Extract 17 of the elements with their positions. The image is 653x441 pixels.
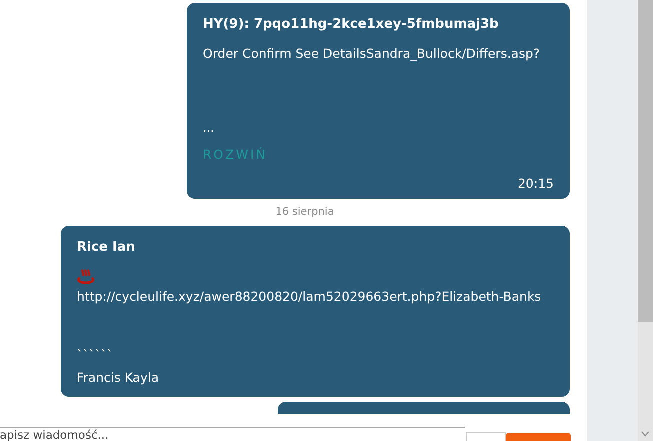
message-time: 20:15 (518, 176, 554, 191)
date-separator: 16 sierpnia (276, 206, 334, 218)
scrollbar[interactable] (638, 0, 653, 441)
message-text: Order Confirm See DetailsSandra_Bullock/Differs.asp? (203, 46, 540, 61)
message-text: ... (203, 121, 214, 135)
message-text: Francis Kayla (77, 370, 160, 385)
message-input[interactable]: apisz wiadomość... (0, 427, 465, 441)
scrollbar-thumb[interactable] (638, 0, 653, 322)
send-button[interactable] (506, 433, 571, 441)
hot-springs-icon (77, 269, 95, 285)
attach-button[interactable] (466, 432, 506, 441)
expand-link[interactable]: ROZWIŃ (203, 147, 268, 162)
message-text: http://cycleulife.xyz/awer88200820/lam52029663ert.php?Elizabeth-Banks (77, 289, 542, 304)
chevron-down-icon[interactable] (641, 431, 650, 437)
message-text: `````` (77, 348, 113, 362)
sender-name: HY(9): 7pqo11hg-2kce1xey-5fmbumaj3b (203, 17, 499, 32)
sender-name: Rice Ian (77, 240, 136, 255)
